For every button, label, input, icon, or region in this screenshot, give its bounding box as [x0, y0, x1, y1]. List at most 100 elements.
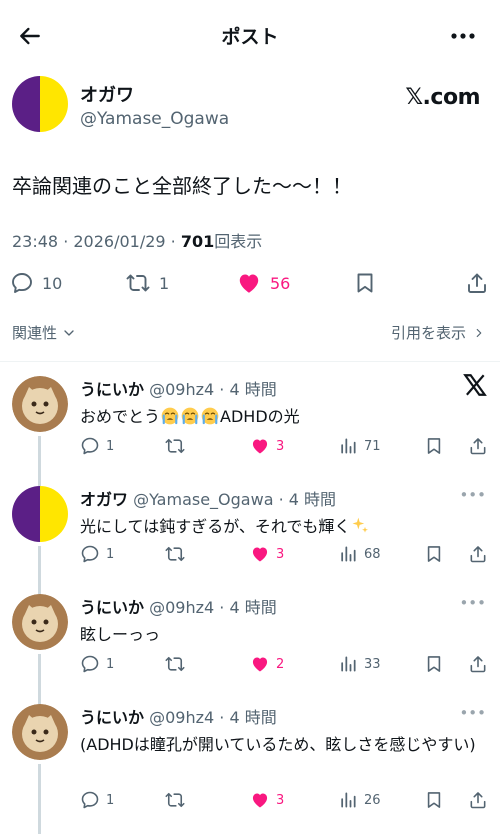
reply-item[interactable]: うにいか @09hz4 · 4 時間 おめでとう ADHDの光 1 3 71	[0, 374, 500, 488]
bookmark-button[interactable]	[424, 542, 444, 566]
author-name[interactable]: オガワ	[80, 81, 134, 107]
reply-actions: 1 3 26	[80, 788, 490, 812]
reply-button[interactable]: 1	[80, 542, 114, 566]
author-handle[interactable]: @Yamase_Ogawa	[80, 109, 229, 129]
reply-avatar[interactable]	[12, 594, 68, 650]
reply-text: (ADHDは瞳孔が開いているため、眩しさを感じやすい)	[80, 735, 476, 754]
share-icon	[468, 544, 488, 564]
thread-line	[38, 546, 41, 598]
view-quotes-link[interactable]: 引用を表示	[391, 322, 486, 343]
like-button[interactable]: 3	[250, 542, 284, 566]
bookmark-icon	[424, 544, 444, 564]
repost-icon	[164, 790, 186, 810]
reply-more-icon[interactable]: •••	[459, 486, 486, 504]
reply-handle-time: @09hz4 · 4 時間	[149, 598, 277, 617]
reply-author-name[interactable]: うにいか	[80, 708, 144, 727]
chevron-down-icon	[61, 325, 77, 341]
reply-icon	[80, 654, 100, 674]
chevron-right-icon	[472, 326, 486, 340]
cat-avatar-icon	[12, 594, 68, 650]
thread-line	[38, 436, 41, 488]
sort-label: 関連性	[12, 324, 58, 342]
author-avatar[interactable]	[12, 76, 68, 132]
related-bar: 関連性 引用を表示	[0, 312, 500, 362]
like-button[interactable]: 3	[250, 434, 284, 458]
reply-actions: 1 2 33	[80, 652, 490, 676]
crying-face-icon	[160, 406, 180, 426]
repost-button[interactable]: 1	[125, 265, 169, 301]
bookmark-icon	[353, 271, 377, 295]
more-dots-icon	[451, 33, 475, 39]
repost-icon	[164, 544, 186, 564]
bookmark-icon	[424, 790, 444, 810]
reply-actions: 1 3 71	[80, 434, 490, 458]
repost-button[interactable]	[164, 652, 186, 676]
x-logo-icon	[463, 374, 487, 396]
reply-text: 眩しーっっ	[80, 625, 161, 644]
views-button[interactable]: 71	[338, 434, 381, 458]
cat-avatar-icon	[12, 704, 68, 760]
share-icon	[468, 790, 488, 810]
bookmark-button[interactable]	[424, 788, 444, 812]
reply-item[interactable]: オガワ @Yamase_Ogawa · 4 時間 ••• 光にしては鈍すぎるが、…	[0, 486, 500, 598]
post-text: 卒論関連のこと全部終了した〜〜！！	[12, 174, 352, 198]
share-icon	[468, 654, 488, 674]
reply-author-name[interactable]: オガワ	[80, 490, 128, 509]
reply-more-icon[interactable]: •••	[459, 704, 486, 722]
reply-header: オガワ @Yamase_Ogawa · 4 時間	[80, 486, 336, 510]
reply-avatar[interactable]	[12, 376, 68, 432]
heart-icon	[250, 790, 270, 810]
view-quotes-label: 引用を表示	[390, 324, 466, 342]
repost-button[interactable]	[164, 434, 186, 458]
views-button[interactable]: 26	[338, 788, 381, 812]
views-icon	[338, 436, 358, 456]
sparkles-icon	[350, 516, 370, 536]
crying-face-icon	[180, 406, 200, 426]
page-title: ポスト	[221, 26, 279, 48]
reply-more-icon[interactable]: •••	[459, 594, 486, 612]
reply-text: おめでとう ADHDの光	[80, 406, 300, 426]
share-icon	[465, 271, 489, 295]
reply-button[interactable]: 1	[80, 434, 114, 458]
share-button[interactable]	[468, 652, 488, 676]
repost-button[interactable]	[164, 788, 186, 812]
reply-header: うにいか @09hz4 · 4 時間	[80, 594, 277, 618]
bookmark-button[interactable]	[424, 652, 444, 676]
share-button[interactable]	[468, 542, 488, 566]
reply-icon	[80, 436, 100, 456]
reply-avatar[interactable]	[12, 486, 68, 542]
thread-line	[38, 764, 41, 834]
share-button[interactable]	[468, 434, 488, 458]
reply-item[interactable]: うにいか @09hz4 · 4 時間 ••• 眩しーっっ 1 2 33	[0, 594, 500, 708]
reply-icon	[80, 544, 100, 564]
sort-relevance-button[interactable]: 関連性	[12, 322, 77, 343]
views-button[interactable]: 68	[338, 542, 381, 566]
post-timestamp[interactable]: 23:48 · 2026/01/29 ·	[12, 232, 181, 251]
repost-icon	[164, 654, 186, 674]
repost-button[interactable]	[164, 542, 186, 566]
share-button[interactable]	[468, 788, 488, 812]
bookmark-button[interactable]	[424, 434, 444, 458]
views-button[interactable]: 33	[338, 652, 381, 676]
more-options-button[interactable]	[448, 22, 478, 50]
reply-item[interactable]: うにいか @09hz4 · 4 時間 ••• (ADHDは瞳孔が開いているため、…	[0, 704, 500, 834]
reply-text: 光にしては鈍すぎるが、それでも輝く	[80, 514, 480, 540]
reply-avatar[interactable]	[12, 704, 68, 760]
reply-header: うにいか @09hz4 · 4 時間	[80, 376, 277, 400]
share-button[interactable]	[465, 265, 489, 301]
reply-button[interactable]: 1	[80, 788, 114, 812]
reply-author-name[interactable]: うにいか	[80, 598, 144, 617]
like-button[interactable]: 3	[250, 788, 284, 812]
post-views-count: 701	[180, 232, 215, 251]
reply-button[interactable]: 1	[80, 652, 114, 676]
reply-author-name[interactable]: うにいか	[80, 380, 144, 399]
like-button[interactable]: 2	[250, 652, 284, 676]
heart-icon	[250, 654, 270, 674]
bookmark-button[interactable]	[353, 265, 377, 301]
reply-count: 10	[42, 273, 63, 293]
reply-icon	[10, 271, 34, 295]
like-button[interactable]: 56	[236, 265, 290, 301]
reply-button[interactable]: 10	[10, 265, 62, 301]
views-icon	[338, 654, 358, 674]
repost-count: 1	[159, 273, 170, 293]
